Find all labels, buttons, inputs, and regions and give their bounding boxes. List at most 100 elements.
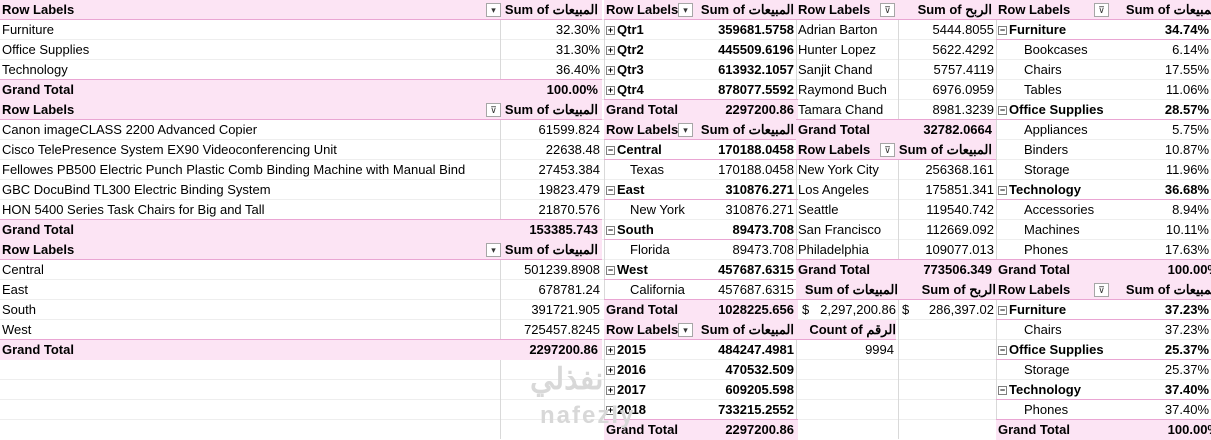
state-row-label: New York: [630, 202, 685, 217]
quarter-label: Qtr2: [617, 42, 644, 57]
expand-icon[interactable]: +: [606, 26, 615, 36]
state-row-label: California: [630, 282, 685, 297]
category-label: Technology: [1009, 182, 1081, 197]
chevron-down-icon[interactable]: ▾: [486, 3, 501, 17]
category-label: Furniture: [1009, 22, 1067, 37]
state-row-value: 310876.271: [725, 202, 794, 217]
filter-dropdown-icon[interactable]: ⊽: [1094, 3, 1109, 17]
subcategory-row-label: Accessories: [1024, 202, 1095, 217]
expand-icon[interactable]: +: [606, 366, 615, 376]
expand-icon[interactable]: +: [606, 66, 615, 76]
category-row-label[interactable]: − Furniture: [998, 20, 1108, 40]
collapse-icon[interactable]: −: [998, 26, 1007, 36]
region-row-value: 170188.0458: [718, 142, 794, 157]
expand-icon[interactable]: +: [606, 86, 615, 96]
row-labels-header[interactable]: Row Labels: [998, 0, 1108, 20]
collapse-icon[interactable]: −: [998, 346, 1007, 356]
value-field-header[interactable]: Sum of المبيعات: [694, 320, 794, 340]
collapse-icon[interactable]: −: [998, 106, 1007, 116]
pivot-row-label: Central: [2, 262, 44, 277]
sum-profit-header[interactable]: Sum of الربح: [898, 280, 996, 300]
row-labels-header[interactable]: Row Labels: [2, 240, 500, 260]
region-label: West: [617, 262, 648, 277]
value-field-header[interactable]: Sum of المبيعات: [500, 0, 598, 20]
row-labels-header[interactable]: Row Labels: [2, 0, 500, 20]
row-labels-header[interactable]: Row Labels: [2, 100, 500, 120]
region-row-value: 310876.271: [725, 182, 794, 197]
pivot-row-label: Office Supplies: [2, 42, 90, 57]
sum-sales-header[interactable]: Sum of المبيعات: [796, 280, 898, 300]
value-field-header[interactable]: Sum of المبيعات: [1108, 0, 1211, 20]
filter-dropdown-icon[interactable]: ⊽: [1094, 283, 1109, 297]
expand-icon[interactable]: +: [606, 346, 615, 356]
collapse-icon[interactable]: −: [606, 266, 615, 276]
quarter-row-label[interactable]: + Qtr2: [606, 40, 694, 60]
collapse-icon[interactable]: −: [606, 186, 615, 196]
customer-row-value: 8981.3239: [932, 102, 994, 117]
category-row-value: 28.57%: [1164, 102, 1209, 117]
expand-icon[interactable]: +: [606, 46, 615, 56]
value-field-header[interactable]: Sum of المبيعات: [896, 140, 992, 160]
year-row-label[interactable]: +2015: [606, 340, 694, 360]
year-row-label[interactable]: +2016: [606, 360, 694, 380]
value-field-header[interactable]: Sum of الربح: [896, 0, 992, 20]
year-row-label[interactable]: +2017: [606, 380, 694, 400]
quarter-row-label[interactable]: + Qtr4: [606, 80, 694, 100]
city-row-label: San Francisco: [798, 222, 882, 237]
region-row-label[interactable]: − East: [606, 180, 694, 200]
pivot-row-value: 36.40%: [555, 62, 600, 77]
filter-dropdown-icon[interactable]: ⊽: [486, 103, 501, 117]
pivot-row-value: 27453.384: [538, 162, 600, 177]
category-row-label[interactable]: − Furniture: [998, 300, 1108, 320]
pivot-row-value: 22638.48: [545, 142, 600, 157]
quarter-label: Qtr4: [617, 82, 644, 97]
value-field-header[interactable]: Sum of المبيعات: [694, 120, 794, 140]
region-row-label[interactable]: − Central: [606, 140, 694, 160]
category-row-label[interactable]: − Office Supplies: [998, 340, 1108, 360]
filter-dropdown-icon[interactable]: ⊽: [880, 3, 895, 17]
year-label: 2015: [617, 342, 646, 357]
grand-total-label: Grand Total: [2, 222, 74, 237]
pivot-row-value: 391721.905: [531, 302, 600, 317]
customer-row-label: Sanjit Chand: [798, 62, 873, 77]
count-header[interactable]: Count of الرقم: [796, 320, 896, 340]
city-row-label: Seattle: [798, 202, 839, 217]
pivot-row-value: 31.30%: [555, 42, 600, 57]
pivot-row-value: 32.30%: [555, 22, 600, 37]
category-row-label[interactable]: − Technology: [998, 380, 1108, 400]
value-field-header[interactable]: Sum of المبيعات: [694, 0, 794, 20]
chevron-down-icon[interactable]: ▾: [678, 323, 693, 337]
category-row-label[interactable]: − Office Supplies: [998, 100, 1108, 120]
row-labels-header[interactable]: Row Labels: [998, 280, 1108, 300]
grand-total-value: 2297200.86: [725, 102, 794, 117]
grand-total-value: 100.00%: [1167, 422, 1211, 437]
chevron-down-icon[interactable]: ▾: [678, 123, 693, 137]
quarter-row-label[interactable]: + Qtr1: [606, 20, 694, 40]
collapse-icon[interactable]: −: [998, 186, 1007, 196]
collapse-icon[interactable]: −: [998, 386, 1007, 396]
expand-icon[interactable]: +: [606, 386, 615, 396]
category-label: Furniture: [1009, 302, 1067, 317]
region-row-label[interactable]: − West: [606, 260, 694, 280]
pivot-row-value: 21870.576: [538, 202, 600, 217]
value-field-header[interactable]: Sum of المبيعات: [500, 240, 598, 260]
collapse-icon[interactable]: −: [998, 306, 1007, 316]
value-field-header[interactable]: Sum of المبيعات: [500, 100, 598, 120]
chevron-down-icon[interactable]: ▾: [678, 3, 693, 17]
quarter-label: Qtr1: [617, 22, 644, 37]
category-row-label[interactable]: − Technology: [998, 180, 1108, 200]
collapse-icon[interactable]: −: [606, 226, 615, 236]
quarter-row-label[interactable]: + Qtr3: [606, 60, 694, 80]
value-field-header[interactable]: Sum of المبيعات: [1108, 280, 1211, 300]
region-row-label[interactable]: − South: [606, 220, 694, 240]
collapse-icon[interactable]: −: [606, 146, 615, 156]
grand-total-label: Grand Total: [2, 82, 74, 97]
header-border: [796, 259, 996, 260]
grand-total-value: 100.00%: [546, 82, 598, 97]
chevron-down-icon[interactable]: ▾: [486, 243, 501, 257]
year-row-value: 484247.4981: [718, 342, 794, 357]
grand-total-value: 32782.0664: [923, 122, 992, 137]
pivot-row-label: GBC DocuBind TL300 Electric Binding Syst…: [2, 182, 271, 197]
category-label: Office Supplies: [1009, 102, 1104, 117]
filter-dropdown-icon[interactable]: ⊽: [880, 143, 895, 157]
